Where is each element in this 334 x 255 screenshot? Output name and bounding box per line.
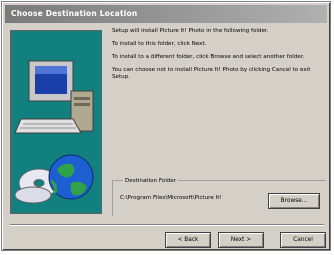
destination-path: C:\Program Files\Microsoft\Picture It! xyxy=(120,195,222,201)
browse-button[interactable]: Browse... xyxy=(268,193,320,209)
instruction-browse: To install to a different folder, click … xyxy=(112,54,305,60)
instruction-click-next: To install to this folder, click Next. xyxy=(112,41,207,47)
instruction-cancel: You can choose not to install Picture It… xyxy=(112,67,311,80)
destination-folder-label: Destination Folder xyxy=(123,177,179,185)
button-divider xyxy=(10,224,324,226)
dialog-title: Choose Destination Location xyxy=(5,5,327,23)
instructions: Setup will install Picture It! Photo in … xyxy=(112,28,328,87)
instruction-install-location: Setup will install Picture It! Photo in … xyxy=(112,28,269,34)
next-button[interactable]: Next > xyxy=(218,232,264,248)
back-button[interactable]: < Back xyxy=(165,232,211,248)
globe-icon xyxy=(14,154,94,204)
cancel-button[interactable]: Cancel xyxy=(280,232,326,248)
setup-artwork xyxy=(10,30,102,214)
